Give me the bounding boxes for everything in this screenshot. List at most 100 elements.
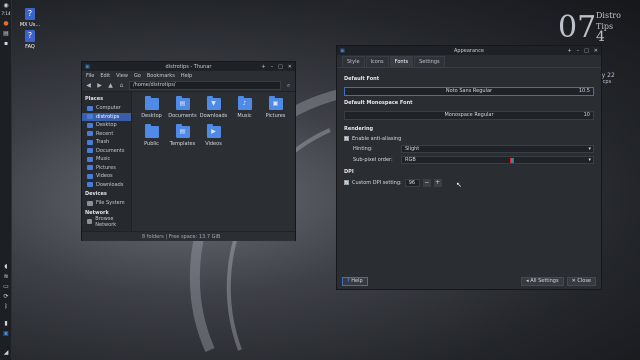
sidebar-item-trash[interactable]: Trash [82,138,131,147]
close-button[interactable]: ✕ [594,48,598,54]
help-button[interactable]: ? Help [342,277,368,286]
menu-help[interactable]: Help [181,73,192,79]
folder-item[interactable]: ▤ Templates [167,124,198,154]
desktop-icon-faq[interactable]: ? FAQ [15,30,45,50]
bluetooth-icon[interactable]: ᛒ [2,303,10,310]
minimize-button[interactable]: – [271,64,274,70]
dpi-heading: DPI [344,169,354,175]
watermark-number: 07 [558,10,597,45]
menu-view[interactable]: View [116,73,128,79]
sidebar-item-desktop[interactable]: Desktop [82,121,131,130]
videos-folder-icon [87,173,93,179]
home-icon[interactable]: ⌂ [118,82,125,89]
subpixel-select[interactable]: RGB ▾ [401,155,594,164]
minus-icon[interactable]: − [422,178,431,187]
sidebar-item-recent[interactable]: Recent [82,130,131,139]
recent-icon [87,131,93,137]
checkbox-checked-icon[interactable]: ✓ [344,136,349,141]
menu-go[interactable]: Go [134,73,141,79]
chevron-down-icon: ▾ [588,145,591,152]
sidebar-item-videos[interactable]: Videos [82,172,131,181]
sidebar-item-pictures[interactable]: Pictures [82,164,131,173]
folder-icon: ▣ [268,96,283,110]
folder-icon: ♪ [237,96,252,110]
show-desktop-icon[interactable]: ◢ [2,349,10,356]
forward-icon[interactable]: ▶ [96,82,103,89]
tab-settings[interactable]: Settings [414,56,445,67]
folder-icon [144,124,159,138]
menu-icon[interactable]: ◉ [2,2,10,9]
close-dialog-button[interactable]: ✕ Close [566,277,596,286]
custom-dpi-checkbox[interactable]: ✓ [344,180,349,185]
battery-icon[interactable]: ▮ [2,320,10,327]
volume-icon[interactable]: ◖ [2,263,10,270]
default-font-button[interactable]: Noto Sans Regular 10.5 [344,87,594,96]
menu-edit[interactable]: Edit [100,73,110,79]
back-arrow-icon: ◂ [526,278,529,284]
tray-icon[interactable]: ▣ [2,330,10,337]
home-folder-icon [87,114,93,120]
left-panel: ◉ 7:14 ● ▤ ▪ ◖ ≋ ▭ ⟳ ᛒ ▮ ▣ ◢ [0,0,12,360]
panel-clock[interactable]: 7:14 [0,11,12,16]
rendering-heading: Rendering [344,126,374,132]
close-icon: ✕ [571,278,576,284]
minimize-button[interactable]: – [577,48,580,54]
hinting-select[interactable]: Slight ▾ [401,144,594,153]
custom-dpi-label: Custom DPI setting: [352,179,402,186]
help-document-icon: ? [25,30,35,42]
title-bar[interactable]: ▣ distrotips - Thunar + – □ ✕ [82,62,295,71]
tab-style[interactable]: Style [342,56,365,67]
desktop-icon-mx-user[interactable]: ? MX Us... [15,8,45,28]
up-icon[interactable]: ▲ [107,82,114,89]
folder-icon: ▼ [206,96,221,110]
plus-icon[interactable]: + [433,178,442,187]
sidebar-item-computer[interactable]: Computer [82,104,131,113]
updates-icon[interactable]: ⟳ [2,293,10,300]
clipboard-icon[interactable]: ▭ [2,283,10,290]
tab-icons[interactable]: Icons [365,56,389,67]
documents-folder-icon [87,148,93,154]
maximize-button[interactable]: □ [278,64,283,70]
pin-button[interactable]: + [567,48,571,54]
trash-icon [87,139,93,145]
terminal-icon[interactable]: ▪ [2,40,10,47]
all-settings-button[interactable]: ◂ All Settings [521,277,564,286]
back-icon[interactable]: ◀ [85,82,92,89]
dialog-footer: ? Help ◂ All Settings ✕ Close [342,277,596,286]
firefox-icon[interactable]: ● [2,20,10,27]
sidebar-heading-places: Places [85,96,104,102]
sidebar: Places Computer distrotips Desktop Recen… [82,92,132,231]
sidebar-item-home[interactable]: distrotips [82,112,131,121]
files-icon[interactable]: ▤ [2,30,10,37]
close-button[interactable]: ✕ [288,64,292,70]
folder-item[interactable]: ▣ Pictures [260,96,291,126]
sidebar-item-browse-network[interactable]: Browse Network [82,216,131,228]
menu-bar: File Edit View Go Bookmarks Help [82,71,295,80]
sidebar-item-documents[interactable]: Documents [82,147,131,156]
sidebar-item-downloads[interactable]: Downloads [82,181,131,190]
mouse-pointer-icon: ↖ [456,181,462,189]
location-bar[interactable]: /home/distrotips/ [129,81,281,90]
sidebar-item-filesystem[interactable]: File System [82,199,131,208]
tab-fonts[interactable]: Fonts [389,56,414,67]
folder-item[interactable]: ♪ Music [229,96,260,126]
search-icon[interactable]: ⌕ [285,82,292,90]
menu-bookmarks[interactable]: Bookmarks [147,73,175,79]
folder-item[interactable]: ▤ Documents [167,96,198,126]
menu-file[interactable]: File [86,73,94,79]
downloads-folder-icon [87,182,93,188]
folder-item[interactable]: Public [136,124,167,154]
folder-icon: ▤ [175,124,190,138]
antialias-checkbox[interactable]: ✓ Enable anti-aliasing [344,134,594,143]
dpi-input[interactable]: 96 [404,178,420,187]
monospace-font-button[interactable]: Monospace Regular 10 [344,111,594,120]
network-icon[interactable]: ≋ [2,273,10,280]
maximize-button[interactable]: □ [584,48,589,54]
desktop-folder-icon [87,122,93,128]
folder-item[interactable]: ▶ Videos [198,124,229,154]
folder-item[interactable]: Desktop [136,96,167,126]
folder-item[interactable]: ▼ Downloads [198,96,229,126]
pin-button[interactable]: + [261,64,265,70]
sidebar-item-music[interactable]: Music [82,155,131,164]
title-bar[interactable]: ▣ Appearance + – □ ✕ [337,46,601,55]
